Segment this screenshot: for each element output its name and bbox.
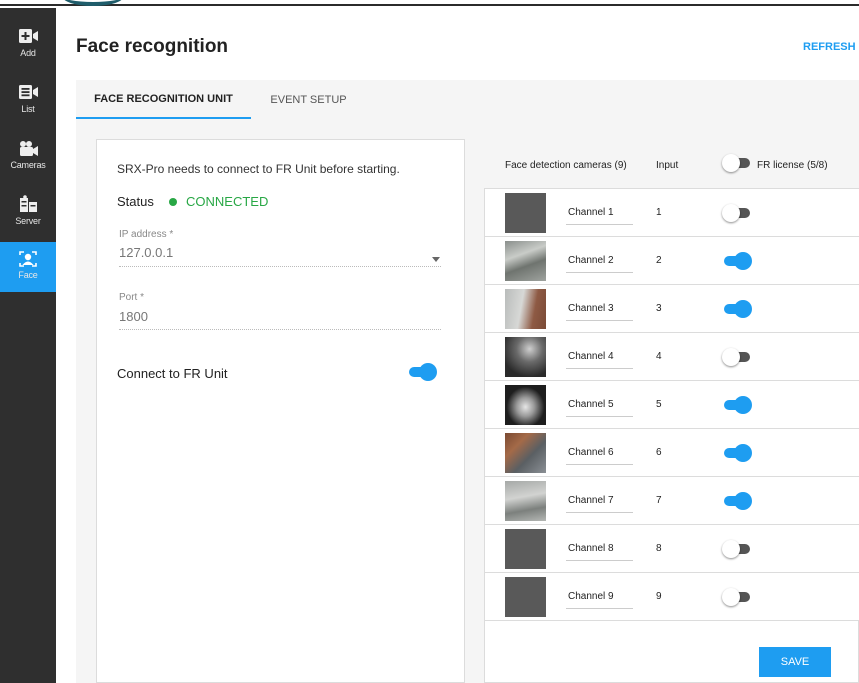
channel-toggle[interactable] <box>722 251 752 271</box>
camera-thumbnail <box>505 337 546 377</box>
sidebar-item-list[interactable]: List <box>0 76 56 126</box>
fr-license-toggle[interactable] <box>722 153 752 173</box>
channel-name[interactable]: Channel 8 <box>568 543 614 554</box>
channel-input: 3 <box>656 303 662 314</box>
face-icon <box>19 251 37 267</box>
channel-input: 2 <box>656 255 662 266</box>
tab-event-setup[interactable]: EVENT SETUP <box>251 80 366 119</box>
ip-address-label: IP address * <box>119 229 174 240</box>
channel-toggle[interactable] <box>722 443 752 463</box>
status-value: CONNECTED <box>186 194 269 209</box>
table-row: Channel 6 6 <box>485 429 859 477</box>
port-label: Port * <box>119 292 145 303</box>
header-cameras: Face detection cameras (9) <box>505 160 627 171</box>
channel-toggle[interactable] <box>722 299 752 319</box>
port-input[interactable]: 1800 <box>119 309 148 324</box>
channel-name-underline <box>566 320 633 321</box>
sidebar-item-label: Add <box>20 48 36 58</box>
channel-name[interactable]: Channel 1 <box>568 207 614 218</box>
channel-input: 7 <box>656 495 662 506</box>
tab-bar: FACE RECOGNITION UNIT EVENT SETUP <box>76 80 859 119</box>
sidebar-item-add[interactable]: Add <box>0 20 56 70</box>
connect-fr-unit-toggle[interactable] <box>407 362 437 382</box>
channel-name-underline <box>566 512 633 513</box>
camera-thumbnail <box>505 577 546 617</box>
list-icon <box>19 85 38 99</box>
page-title: Face recognition <box>76 36 229 57</box>
chevron-down-icon[interactable] <box>432 257 440 262</box>
channel-toggle[interactable] <box>722 395 752 415</box>
sidebar-item-face[interactable]: Face <box>0 242 56 292</box>
table-row: Channel 1 1 <box>485 189 859 237</box>
sidebar-item-server[interactable]: Server <box>0 188 56 238</box>
refresh-button[interactable]: REFRESH <box>803 41 856 53</box>
sidebar: Add List Cameras Server Face <box>0 8 56 683</box>
channel-name[interactable]: Channel 6 <box>568 447 614 458</box>
camera-thumbnail <box>505 385 546 425</box>
channel-input: 6 <box>656 447 662 458</box>
table-row: Channel 4 4 <box>485 333 859 381</box>
camera-thumbnail <box>505 193 546 233</box>
sidebar-item-label: Face <box>18 270 38 280</box>
top-bar <box>0 0 859 6</box>
connect-note: SRX-Pro needs to connect to FR Unit befo… <box>117 162 400 176</box>
server-icon <box>20 195 37 212</box>
logo <box>62 0 124 6</box>
camera-thumbnail <box>505 481 546 521</box>
table-row: Channel 7 7 <box>485 477 859 525</box>
sidebar-item-label: Cameras <box>10 160 46 170</box>
channel-input: 9 <box>656 591 662 602</box>
ip-address-underline <box>119 266 441 267</box>
channel-name[interactable]: Channel 9 <box>568 591 614 602</box>
header-fr-license: FR license (5/8) <box>757 160 828 171</box>
camera-thumbnail <box>505 529 546 569</box>
channel-name-underline <box>566 464 633 465</box>
channel-name-underline <box>566 368 633 369</box>
channel-input: 8 <box>656 543 662 554</box>
channel-input: 5 <box>656 399 662 410</box>
tab-face-recognition-unit[interactable]: FACE RECOGNITION UNIT <box>76 80 251 119</box>
sidebar-item-label: Server <box>15 216 41 226</box>
connect-fr-unit-label: Connect to FR Unit <box>117 366 228 381</box>
channel-name-underline <box>566 224 633 225</box>
channel-name[interactable]: Channel 3 <box>568 303 614 314</box>
add-camera-icon <box>19 29 38 43</box>
table-row: Channel 3 3 <box>485 285 859 333</box>
table-row: Channel 5 5 <box>485 381 859 429</box>
port-underline <box>119 329 441 330</box>
sidebar-item-cameras[interactable]: Cameras <box>0 132 56 182</box>
camera-thumbnail <box>505 241 546 281</box>
channel-name-underline <box>566 560 633 561</box>
status-label: Status <box>117 194 154 209</box>
channel-name[interactable]: Channel 2 <box>568 255 614 266</box>
channel-name-underline <box>566 416 633 417</box>
fr-unit-panel <box>96 139 465 683</box>
channel-toggle[interactable] <box>722 347 752 367</box>
ip-address-select[interactable]: 127.0.0.1 <box>119 245 173 260</box>
channel-name-underline <box>566 608 633 609</box>
sidebar-item-label: List <box>21 104 35 114</box>
channel-toggle[interactable] <box>722 491 752 511</box>
status-indicator <box>169 198 177 206</box>
table-row: Channel 9 9 <box>485 573 859 621</box>
table-row: Channel 2 2 <box>485 237 859 285</box>
channel-toggle[interactable] <box>722 203 752 223</box>
cameras-icon <box>20 141 38 156</box>
camera-thumbnail <box>505 433 546 473</box>
save-button[interactable]: SAVE <box>759 647 831 677</box>
channel-input: 1 <box>656 207 662 218</box>
camera-thumbnail <box>505 289 546 329</box>
channel-name[interactable]: Channel 4 <box>568 351 614 362</box>
table-row: Channel 8 8 <box>485 525 859 573</box>
channel-name[interactable]: Channel 7 <box>568 495 614 506</box>
channel-name-underline <box>566 272 633 273</box>
channel-name[interactable]: Channel 5 <box>568 399 614 410</box>
header-input: Input <box>656 160 679 171</box>
channel-toggle[interactable] <box>722 539 752 559</box>
channel-toggle[interactable] <box>722 587 752 607</box>
channel-input: 4 <box>656 351 662 362</box>
